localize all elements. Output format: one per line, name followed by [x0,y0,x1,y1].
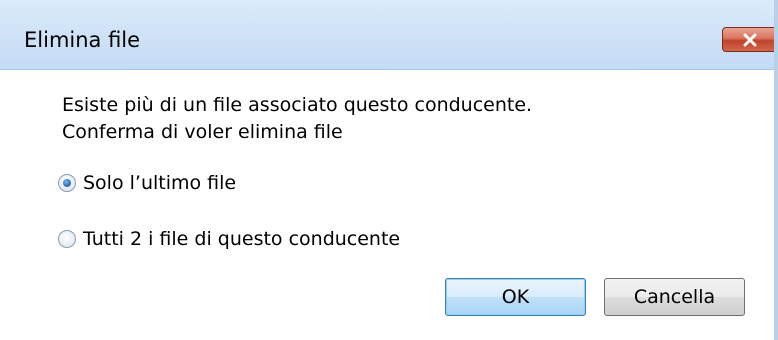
window-frame-right [774,0,778,340]
message-line-2: Conferma di voler elimina file [62,121,343,143]
close-button[interactable] [722,27,778,52]
cancel-button[interactable]: Cancella [604,278,745,316]
radio-option-last-file[interactable]: Solo l’ultimo file [58,172,236,194]
title-bar[interactable]: Elimina file [0,0,778,70]
radio-option-all-files[interactable]: Tutti 2 i file di questo conducente [58,228,400,250]
close-icon [743,33,757,46]
radio-label-all-files: Tutti 2 i file di questo conducente [83,228,401,250]
dialog-window: Elimina file Esiste più di un file assoc… [0,0,778,340]
message-text: Esiste più di un file associato questo c… [62,92,532,146]
radio-button-selected[interactable] [58,174,76,192]
dialog-content: Esiste più di un file associato questo c… [0,70,774,340]
ok-button[interactable]: OK [445,278,586,316]
window-title: Elimina file [24,28,141,52]
radio-label-last-file: Solo l’ultimo file [83,172,237,194]
radio-button-unselected[interactable] [58,230,76,248]
message-line-1: Esiste più di un file associato questo c… [62,94,533,116]
